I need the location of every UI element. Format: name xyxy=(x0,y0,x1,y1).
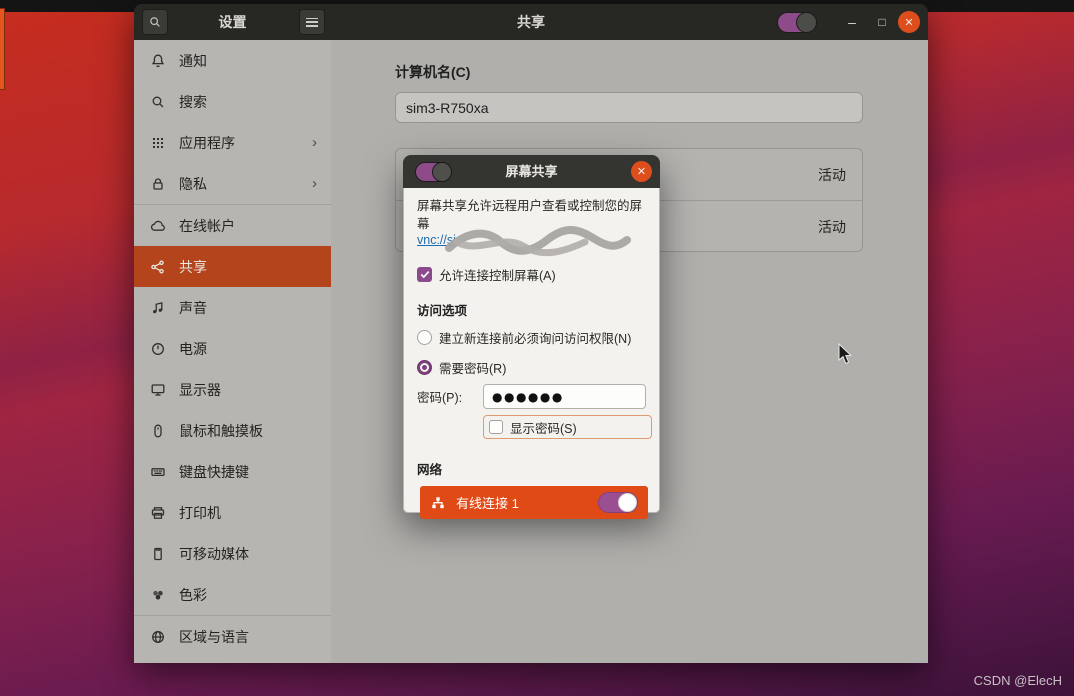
chevron-right-icon: › xyxy=(312,134,317,151)
sidebar-label: 声音 xyxy=(179,298,207,318)
sidebar-label: 可移动媒体 xyxy=(179,544,249,564)
bell-icon xyxy=(150,53,166,69)
sharing-master-toggle[interactable] xyxy=(777,12,817,33)
radio-selected-icon[interactable] xyxy=(417,360,432,375)
sidebar-label: 应用程序 xyxy=(179,133,235,153)
sidebar-item-mouse-touchpad[interactable]: 鼠标和触摸板 xyxy=(134,410,331,451)
sidebar-label: 打印机 xyxy=(179,503,221,523)
hamburger-menu-icon xyxy=(306,18,318,27)
sidebar-label: 区域与语言 xyxy=(179,627,249,647)
dock-edge-accent xyxy=(0,8,5,90)
maximize-button[interactable]: □ xyxy=(867,4,897,40)
sidebar-item-sound[interactable]: 声音 xyxy=(134,287,331,328)
sidebar-label: 鼠标和触摸板 xyxy=(179,421,263,441)
radio-ask-row[interactable]: 建立新连接前必须询问访问权限(N) xyxy=(417,328,646,347)
screen-sharing-toggle[interactable] xyxy=(415,162,452,182)
lock-icon xyxy=(150,176,166,192)
password-label: 密码(P): xyxy=(417,387,483,406)
vnc-link-line: vnc://si xyxy=(417,233,646,253)
sidebar-label: 隐私 xyxy=(179,174,207,194)
radio-password-row[interactable]: 需要密码(R) xyxy=(417,358,646,377)
cloud-icon xyxy=(150,218,166,234)
sidebar-item-printers[interactable]: 打印机 xyxy=(134,492,331,533)
password-row: 密码(P): xyxy=(417,384,646,409)
status-badge: 活动 xyxy=(818,165,846,185)
computer-name-input[interactable] xyxy=(395,92,863,123)
dialog-titlebar: 屏幕共享 ✕ xyxy=(403,155,660,188)
csdn-watermark: CSDN @ElecH xyxy=(974,673,1062,688)
show-password-label: 显示密码(S) xyxy=(510,418,577,437)
dialog-description: 屏幕共享允许远程用户查看或控制您的屏幕 xyxy=(417,198,646,233)
screen-sharing-dialog: 屏幕共享 ✕ 屏幕共享允许远程用户查看或控制您的屏幕 vnc://si 允许连接… xyxy=(403,155,660,513)
access-options-title: 访问选项 xyxy=(417,300,646,319)
sidebar-item-applications[interactable]: 应用程序 › xyxy=(134,122,331,163)
password-input[interactable] xyxy=(483,384,646,409)
sidebar-item-privacy[interactable]: 隐私 › xyxy=(134,163,331,204)
wired-connection-label: 有线连接 1 xyxy=(456,493,519,512)
sidebar-label: 通知 xyxy=(179,51,207,71)
sidebar-label: 键盘快捷键 xyxy=(179,462,249,482)
sidebar-label: 搜索 xyxy=(179,92,207,112)
color-icon xyxy=(150,587,166,603)
sidebar-label: 显示器 xyxy=(179,380,221,400)
sidebar-item-keyboard-shortcuts[interactable]: 键盘快捷键 xyxy=(134,451,331,492)
sidebar-item-power[interactable]: 电源 xyxy=(134,328,331,369)
power-icon xyxy=(150,341,166,357)
sidebar-item-displays[interactable]: 显示器 xyxy=(134,369,331,410)
sidebar-item-notifications[interactable]: 通知 xyxy=(134,40,331,81)
sidebar-label: 电源 xyxy=(179,339,207,359)
wired-connection-row[interactable]: 有线连接 1 xyxy=(420,486,648,519)
share-icon xyxy=(150,259,166,275)
sidebar-label: 色彩 xyxy=(179,585,207,605)
sidebar-item-region-language[interactable]: 区域与语言 xyxy=(134,616,331,657)
apps-grid-icon xyxy=(150,135,166,151)
music-note-icon xyxy=(150,300,166,316)
sidebar-item-sharing[interactable]: 共享 xyxy=(134,246,331,287)
mouse-cursor xyxy=(838,343,853,365)
show-password-row[interactable]: 显示密码(S) xyxy=(483,415,652,439)
sidebar-label: 共享 xyxy=(179,257,207,277)
allow-control-row[interactable]: 允许连接控制屏幕(A) xyxy=(417,265,646,284)
sidebar-label: 在线帐户 xyxy=(179,216,235,236)
search-icon xyxy=(150,94,166,110)
removable-media-icon xyxy=(150,546,166,562)
sidebar-item-online-accounts[interactable]: 在线帐户 xyxy=(134,205,331,246)
mouse-icon xyxy=(150,423,166,439)
printer-icon xyxy=(150,505,166,521)
computer-name-label: 计算机名(C) xyxy=(395,62,470,82)
dialog-close-button[interactable]: ✕ xyxy=(631,161,652,182)
wired-connection-toggle[interactable] xyxy=(598,492,638,513)
chevron-right-icon: › xyxy=(312,175,317,192)
radio-unselected-icon[interactable] xyxy=(417,330,432,345)
keyboard-icon xyxy=(150,464,166,480)
page-title: 共享 xyxy=(331,4,731,40)
globe-icon xyxy=(150,629,166,645)
display-icon xyxy=(150,382,166,398)
checkbox-unchecked-icon[interactable] xyxy=(489,420,503,434)
vnc-link[interactable]: vnc://si xyxy=(417,233,456,247)
status-badge: 活动 xyxy=(818,217,846,237)
sidebar: 通知 搜索 应用程序 › 隐私 › 在线帐户 共享 声音 xyxy=(134,40,331,663)
menu-button[interactable] xyxy=(299,9,325,35)
network-title: 网络 xyxy=(417,459,646,478)
titlebar: 设置 共享 – □ ✕ xyxy=(134,4,928,40)
close-button[interactable]: ✕ xyxy=(898,11,920,33)
checkbox-checked-icon[interactable] xyxy=(417,267,432,282)
radio-ask-label: 建立新连接前必须询问访问权限(N) xyxy=(439,328,631,347)
network-hub-icon xyxy=(430,495,446,511)
sidebar-item-search[interactable]: 搜索 xyxy=(134,81,331,122)
allow-control-label: 允许连接控制屏幕(A) xyxy=(439,265,556,284)
sidebar-item-removable-media[interactable]: 可移动媒体 xyxy=(134,533,331,574)
minimize-button[interactable]: – xyxy=(837,4,867,40)
sidebar-item-color[interactable]: 色彩 xyxy=(134,574,331,615)
dialog-body: 屏幕共享允许远程用户查看或控制您的屏幕 vnc://si 允许连接控制屏幕(A)… xyxy=(403,188,660,513)
radio-password-label: 需要密码(R) xyxy=(439,358,506,377)
